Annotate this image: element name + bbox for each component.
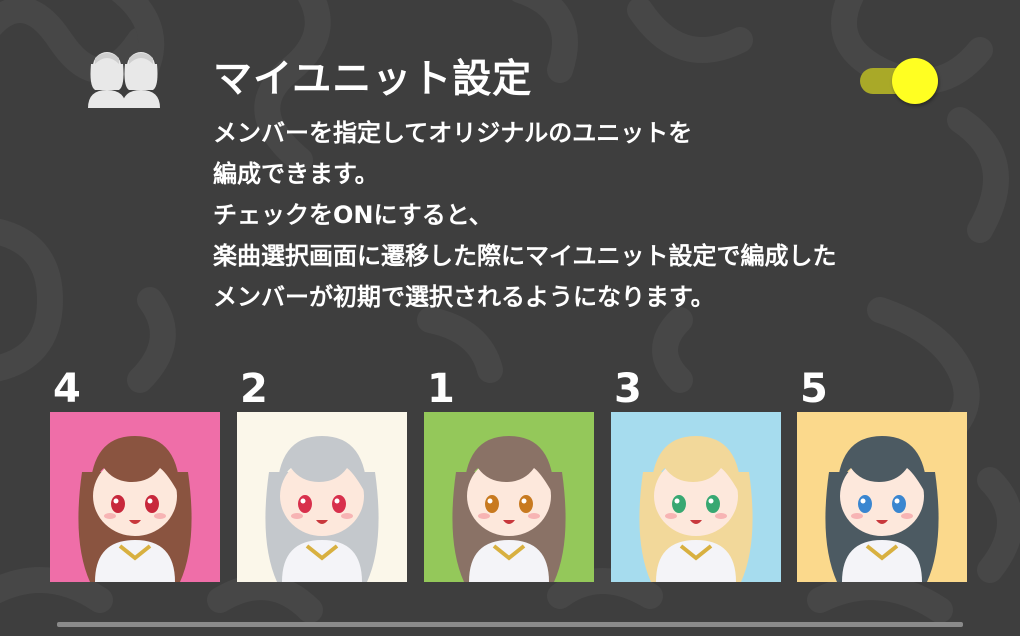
member-card[interactable] (237, 412, 407, 582)
two-people-icon (82, 44, 166, 110)
member-slot: 3 (611, 366, 783, 582)
setting-title: マイユニット設定 (213, 57, 533, 102)
member-card[interactable] (611, 412, 781, 582)
description-line: 編成できます。 (213, 160, 379, 188)
member-slot: 2 (237, 366, 409, 582)
member-slot: 4 (50, 366, 222, 582)
member-slot: 1 (424, 366, 596, 582)
description-line: チェックをONにすると、 (213, 201, 493, 229)
description-line: 楽曲選択画面に遷移した際にマイユニット設定で編成した (213, 242, 837, 270)
setting-description: メンバーを指定してオリジナルのユニットを 編成できます。 チェックをONにすると… (213, 113, 1003, 318)
member-card[interactable] (50, 412, 220, 582)
character-portrait (265, 436, 379, 582)
description-line: メンバーを指定してオリジナルのユニットを (213, 119, 693, 147)
my-unit-toggle[interactable] (858, 58, 940, 106)
character-portrait (825, 436, 939, 582)
member-order-number: 5 (800, 366, 828, 412)
character-portrait (639, 436, 753, 582)
character-portrait (78, 436, 192, 582)
member-card[interactable] (797, 412, 967, 582)
character-portrait (452, 436, 566, 582)
toggle-knob[interactable] (892, 58, 938, 104)
member-card[interactable] (424, 412, 594, 582)
member-order-number: 3 (614, 366, 642, 412)
scroll-indicator[interactable] (57, 622, 963, 627)
member-slot: 5 (797, 366, 969, 582)
member-order-number: 4 (53, 366, 81, 412)
description-line: メンバーが初期で選択されるようになります。 (213, 283, 715, 311)
member-order-number: 1 (427, 366, 455, 412)
member-order-number: 2 (240, 366, 268, 412)
